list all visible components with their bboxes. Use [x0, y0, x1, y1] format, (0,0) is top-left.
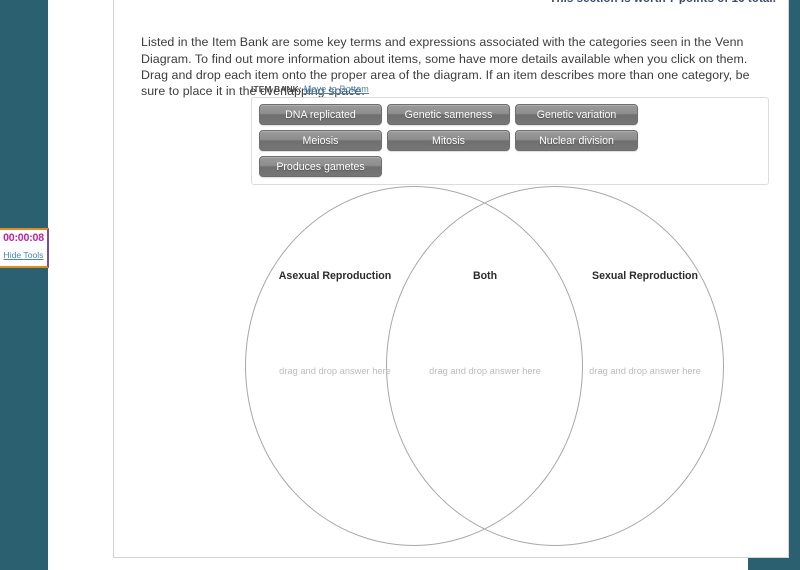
page-surface: This section is worth 7 points of 16 tot…	[48, 0, 789, 570]
bank-item-nuclear-division[interactable]: Nuclear division	[515, 130, 638, 151]
bank-item-dna-replicated[interactable]: DNA replicated	[259, 104, 382, 125]
section-points-heading: This section is worth 7 points of 16 tot…	[114, 0, 788, 4]
application-root: This section is worth 7 points of 16 tot…	[0, 0, 800, 570]
bank-item-meiosis[interactable]: Meiosis	[259, 130, 382, 151]
bank-item-mitosis[interactable]: Mitosis	[387, 130, 510, 151]
item-bank-list: DNA replicated Genetic sameness Genetic …	[259, 104, 761, 177]
bank-item-produces-gametes[interactable]: Produces gametes	[259, 156, 382, 177]
move-to-bottom-link[interactable]: Move to Bottom	[304, 84, 369, 94]
venn-dropzone-sexual[interactable]: drag and drop answer here	[545, 366, 745, 376]
item-bank-section: ITEM BANK: Move to Bottom DNA replicated …	[251, 84, 769, 185]
venn-dropzone-both[interactable]: drag and drop answer here	[415, 366, 555, 376]
item-bank-label: ITEM BANK:	[251, 84, 302, 94]
hide-tools-link[interactable]: Hide Tools	[4, 250, 44, 260]
venn-diagram: Asexual Reproduction Both Sexual Reprodu…	[180, 186, 790, 548]
bank-item-genetic-sameness[interactable]: Genetic sameness	[387, 104, 510, 125]
venn-dropzone-asexual[interactable]: drag and drop answer here	[235, 366, 435, 376]
venn-label-asexual-reproduction: Asexual Reproduction	[278, 270, 392, 282]
venn-label-sexual-reproduction: Sexual Reproduction	[592, 270, 698, 282]
timer-display: 00:00:08	[3, 232, 44, 244]
page-gutter-left	[0, 0, 48, 570]
item-bank-header: ITEM BANK: Move to Bottom	[251, 84, 769, 94]
tools-widget: 00:00:08 Hide Tools	[0, 228, 49, 268]
item-bank-box: DNA replicated Genetic sameness Genetic …	[251, 97, 769, 185]
content-card: This section is worth 7 points of 16 tot…	[113, 0, 789, 558]
bank-item-genetic-variation[interactable]: Genetic variation	[515, 104, 638, 125]
venn-label-both: Both	[472, 270, 498, 282]
